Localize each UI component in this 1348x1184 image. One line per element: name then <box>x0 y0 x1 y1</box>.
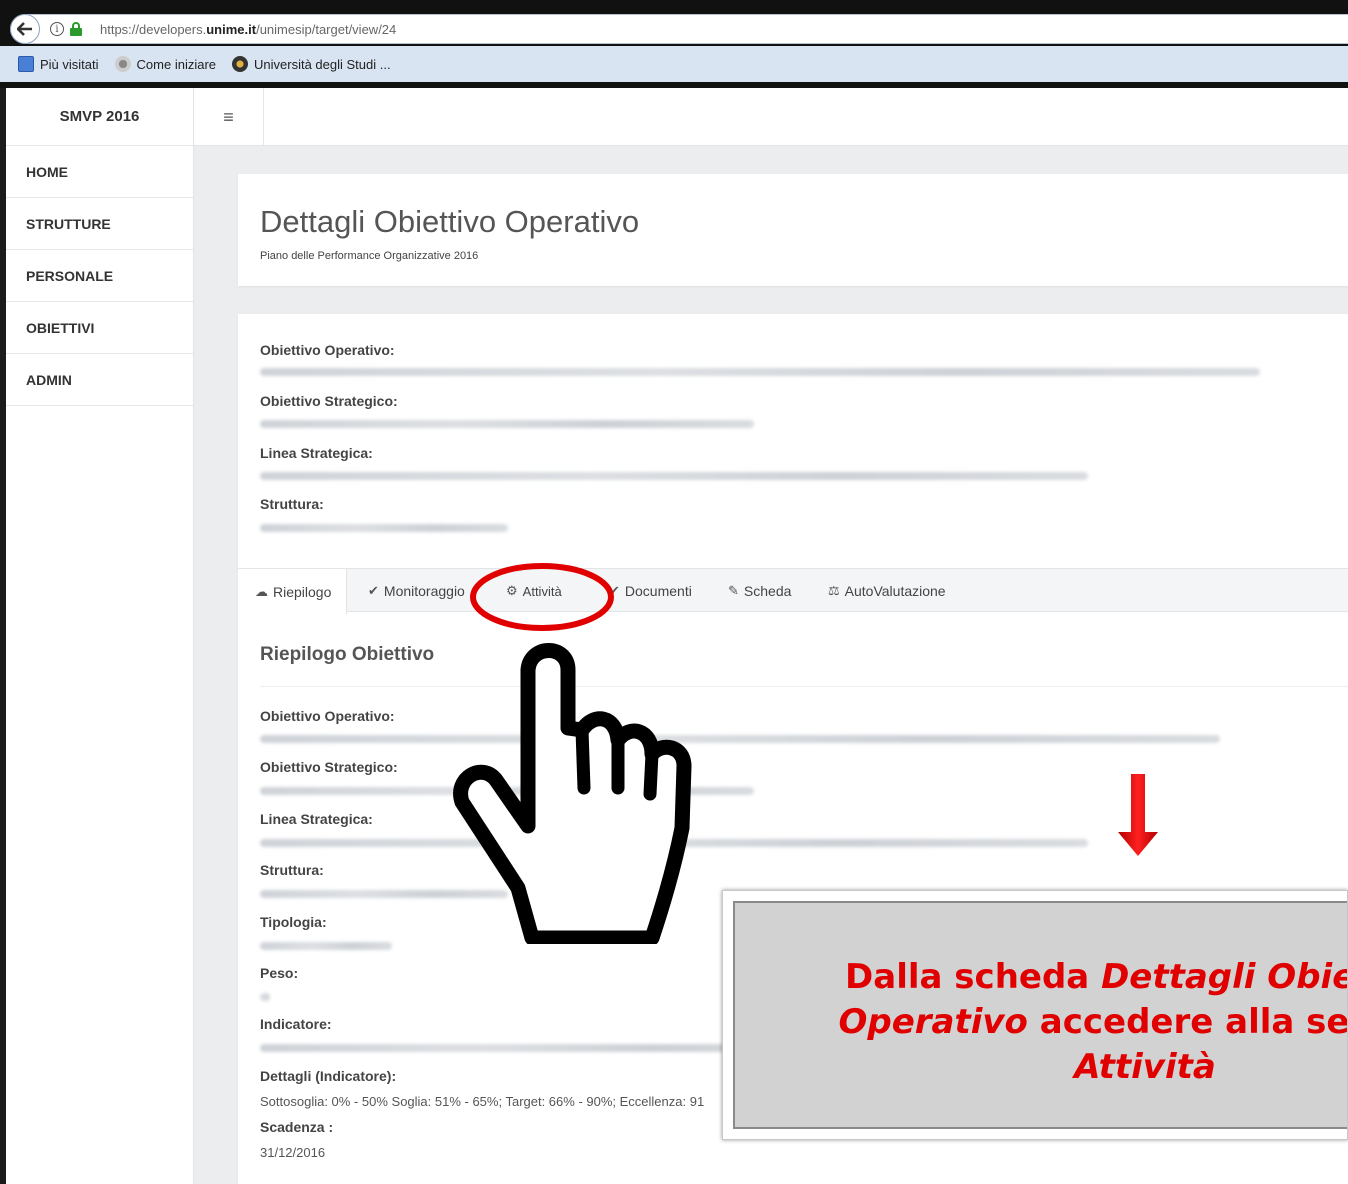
nav-item-strutture[interactable]: STRUTTURE <box>6 198 193 250</box>
summary-label-dettagli: Dettagli (Indicatore): <box>260 1068 397 1084</box>
page-header: Dettagli Obiettivo Operativo Piano delle… <box>238 174 1348 286</box>
dettagli-value: Sottosoglia: 0% - 50% Soglia: 51% - 65%;… <box>260 1094 705 1109</box>
tab-scheda[interactable]: ✎ Scheda <box>728 569 791 613</box>
instruction-callout: Dalla scheda Dettagli Obiettivo Operativ… <box>722 890 1348 1140</box>
label-linea-strategica: Linea Strategica: <box>260 445 373 461</box>
balance-scale-icon: ⚖ <box>828 583 840 598</box>
divider <box>260 686 1348 687</box>
edit-icon: ✎ <box>728 583 739 598</box>
summary-label-scadenza: Scadenza : <box>260 1119 334 1135</box>
globe-icon <box>114 56 131 72</box>
callout-text: Dalla scheda Dettagli Obiettivo Operativ… <box>838 957 1347 1087</box>
label-obiettivo-strategico: Obiettivo Strategico: <box>260 393 398 409</box>
bookmark-university[interactable]: Università degli Studi ... <box>232 56 391 72</box>
back-arrow-icon <box>17 22 32 36</box>
tab-riepilogo[interactable]: ☁ Riepilogo <box>238 569 347 614</box>
nav-item-personale[interactable]: PERSONALE <box>6 250 193 302</box>
redacted-value <box>260 368 1260 376</box>
bookmarks-bar: Più visitati Come iniziare Università de… <box>0 46 1348 82</box>
cloud-icon: ☁ <box>255 583 268 599</box>
redacted-value <box>260 942 392 950</box>
redacted-value <box>260 420 754 428</box>
brand[interactable]: SMVP 2016 <box>6 88 193 146</box>
bookmark-getting-started[interactable]: Come iniziare <box>114 56 216 72</box>
tab-monitoraggio[interactable]: ✔ Monitoraggio <box>368 569 465 613</box>
address-bar[interactable]: i https://developers.unime.it/unimesip/t… <box>10 14 1348 44</box>
pointing-hand-icon <box>453 643 692 944</box>
tab-documenti[interactable]: ✔ Documenti <box>609 569 692 613</box>
summary-label-tipologia: Tipologia: <box>260 914 327 930</box>
callout-box: Dalla scheda Dettagli Obiettivo Operativ… <box>733 901 1347 1129</box>
bookmark-most-visited[interactable]: Più visitati <box>18 56 99 72</box>
redacted-value <box>260 472 1088 480</box>
highlight-circle <box>470 563 614 631</box>
redacted-value <box>260 524 508 532</box>
summary-label-linea: Linea Strategica: <box>260 811 373 827</box>
nav-item-obiettivi[interactable]: OBIETTIVI <box>6 302 193 354</box>
summary-label-operativo: Obiettivo Operativo: <box>260 708 395 724</box>
label-struttura: Struttura: <box>260 496 324 512</box>
down-arrow-icon <box>1118 774 1158 856</box>
summary-label-indicatore: Indicatore: <box>260 1016 332 1032</box>
menu-toggle-icon[interactable]: ≡ <box>194 88 264 146</box>
tab-autovalutazione[interactable]: ⚖ AutoValutazione <box>828 569 946 613</box>
section-title: Riepilogo Obiettivo <box>260 644 435 665</box>
university-seal-icon <box>232 56 249 72</box>
redacted-value <box>260 993 270 1001</box>
bookmark-folder-icon <box>18 56 34 72</box>
nav-item-admin[interactable]: ADMIN <box>6 354 193 406</box>
page-title: Dettagli Obiettivo Operativo <box>260 204 640 239</box>
sidebar: SMVP 2016 HOME STRUTTURE PERSONALE OBIET… <box>6 88 194 1184</box>
browser-chrome: i https://developers.unime.it/unimesip/t… <box>0 0 1348 88</box>
check-icon: ✔ <box>368 583 379 598</box>
info-icon[interactable]: i <box>50 22 64 36</box>
tab-bar: ☁ Riepilogo ✔ Monitoraggio ⚙ Attività ✔ Docu… <box>238 568 1348 614</box>
summary-label-peso: Peso: <box>260 965 299 981</box>
top-bar: ≡ <box>194 88 1348 146</box>
scadenza-value: 31/12/2016 <box>260 1145 326 1160</box>
page-subtitle: Piano delle Performance Organizzative 20… <box>260 250 479 262</box>
back-button[interactable] <box>10 14 40 44</box>
url-text[interactable]: https://developers.unime.it/unimesip/tar… <box>100 22 396 37</box>
label-obiettivo-operativo: Obiettivo Operativo: <box>260 342 395 358</box>
lock-icon[interactable] <box>70 22 82 36</box>
summary-label-strategico: Obiettivo Strategico: <box>260 759 398 775</box>
summary-label-struttura: Struttura: <box>260 862 324 878</box>
nav-item-home[interactable]: HOME <box>6 146 193 198</box>
redacted-value <box>260 735 1220 743</box>
